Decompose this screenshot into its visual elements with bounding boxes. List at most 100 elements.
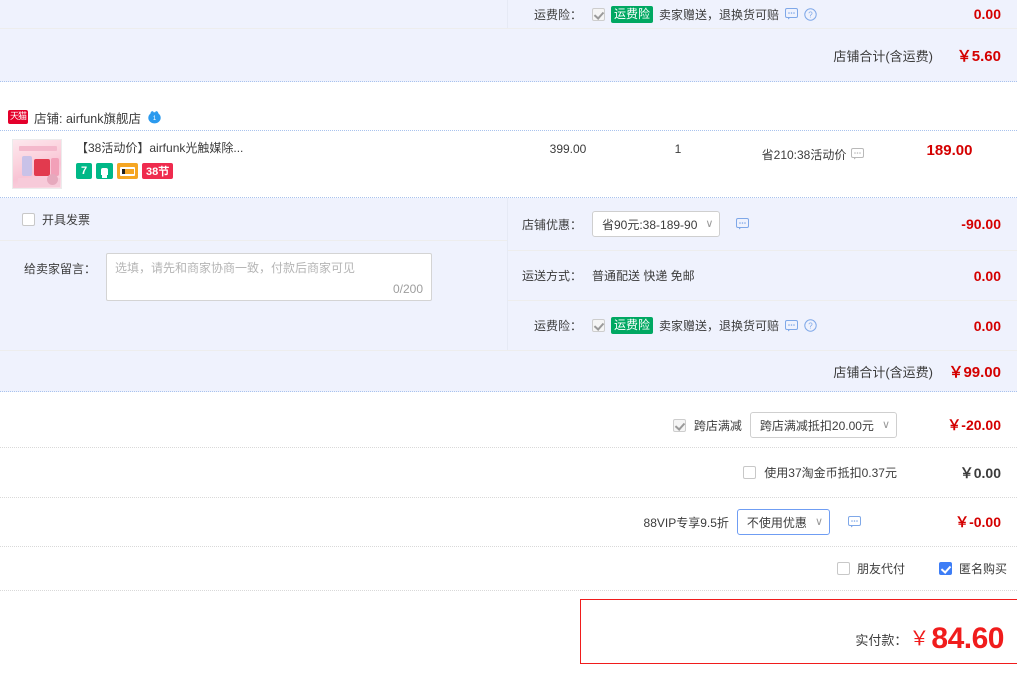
vip-discount-select[interactable]: 不使用优惠 ∨ — [736, 509, 830, 535]
chevron-down-icon: ∨ — [881, 418, 890, 431]
cross-store-discount-checkbox[interactable] — [672, 418, 686, 432]
chevron-down-icon: ∨ — [705, 217, 714, 230]
vip-discount-amount: ￥-0.00 — [955, 514, 1001, 530]
vip-discount-row: 88VIP专享9.5折 不使用优惠 ∨ ￥-0.00 — [0, 498, 1017, 546]
checkout-order-confirm-page: 运费险： 运费险 卖家赠送，退换货可赔 ? 0.00 店铺合计(含运费) ￥5.… — [0, 0, 1017, 683]
purchase-options-row: 朋友代付 匿名购买 — [0, 547, 1017, 590]
seller-message-label: 给卖家留言： — [23, 262, 96, 276]
shipping-amount: 0.00 — [973, 267, 1001, 284]
product-subtotal: 189.00 — [926, 142, 973, 159]
final-total-label: 实付款： — [855, 633, 908, 648]
shop-discount-select[interactable]: 省90元:38-189-90 ∨ — [592, 211, 721, 237]
product-title[interactable]: 【38活动价】airfunk光触媒除... — [76, 140, 243, 156]
product-left-cell: 【38活动价】airfunk光触媒除... 7 38节 — [0, 131, 508, 189]
store-header: 天猫 店铺: airfunk旗舰店 1 — [0, 104, 1017, 130]
cross-store-discount-amount: ￥-20.00 — [947, 417, 1001, 433]
friend-pay-checkbox[interactable] — [836, 562, 850, 575]
final-total-currency: ￥ — [909, 628, 930, 650]
seven-day-return-icon: 7 — [76, 163, 92, 179]
product-promo-note: 省210:38活动价 — [761, 147, 847, 162]
product-tag-list: 7 38节 — [76, 163, 243, 179]
tmall-logo-icon: 天猫 — [8, 110, 29, 124]
store-total-label: 店铺合计(含运费) — [833, 364, 933, 380]
product-row: 【38活动价】airfunk光触媒除... 7 38节 399.00 1 省21… — [0, 131, 1017, 197]
top-store-right-fees: 运费险： 运费险 卖家赠送，退换货可赔 ? 0.00 — [508, 0, 1017, 28]
anonymous-purchase-checkbox[interactable] — [938, 562, 952, 575]
cross-store-discount-label: 跨店满减 — [693, 418, 742, 433]
taojinbi-coin-label: 使用37淘金币抵扣0.37元 — [764, 466, 897, 480]
anonymous-purchase-label: 匿名购买 — [958, 562, 1007, 576]
shop-discount-selected-value: 省90元:38-189-90 — [602, 217, 698, 232]
seller-message-counter: 0/200 — [392, 282, 423, 296]
freight-insurance-amount-top: 0.00 — [973, 6, 1001, 22]
freight-insurance-text: 卖家赠送，退换货可赔 — [659, 319, 780, 333]
right-pane-fees: 店铺优惠： 省90元:38-189-90 ∨ -90.00 运送方式： 普通配送… — [508, 198, 1017, 350]
shop-discount-row: 店铺优惠： 省90元:38-189-90 ∨ -90.00 — [508, 198, 1017, 250]
seller-message-placeholder: 选填，请先和商家协商一致，付款后商家可见 — [115, 261, 356, 275]
chat-icon[interactable] — [736, 218, 750, 230]
freight-insurance-text-top: 卖家赠送，退换货可赔 — [659, 7, 780, 22]
top-store-fee-block: 运费险： 运费险 卖家赠送，退换货可赔 ? 0.00 — [0, 0, 1017, 28]
freight-insurance-checkbox-top[interactable] — [592, 7, 605, 21]
shipping-method-text[interactable]: 普通配送 快递 免邮 — [592, 267, 695, 284]
invoice-row[interactable]: 开具发票 — [0, 198, 507, 240]
chat-icon[interactable] — [785, 319, 799, 332]
cross-store-discount-row: 跨店满减 跨店满减抵扣20.00元 ∨ ￥-20.00 — [0, 403, 1017, 447]
product-thumbnail[interactable] — [12, 139, 62, 189]
left-pane: 开具发票 给卖家留言： 选填，请先和商家协商一致，付款后商家可见 0/200 — [0, 198, 508, 350]
vip-discount-label: 88VIP专享9.5折 — [643, 515, 729, 530]
freight-insurance-row: 运费险： 运费险 卖家赠送，退换货可赔 ? 0.00 — [508, 301, 1017, 350]
final-total-inner: 实付款： ￥ 84.60 — [855, 622, 1004, 654]
wangwang-icon[interactable]: 1 — [147, 110, 162, 125]
taojinbi-coin-amount: ￥0.00 — [959, 464, 1001, 481]
seller-message-row: 给卖家留言： 选填，请先和商家协商一致，付款后商家可见 0/200 — [0, 241, 507, 311]
chevron-down-icon: ∨ — [814, 515, 823, 528]
store-total-row: 店铺合计(含运费) ￥99.00 — [0, 351, 1017, 391]
chat-icon[interactable] — [785, 8, 799, 20]
card-icon — [117, 163, 138, 179]
lamp-icon — [96, 163, 113, 179]
taojinbi-coin-checkbox[interactable] — [743, 466, 757, 479]
chat-icon[interactable] — [851, 148, 865, 160]
final-total-box: 实付款： ￥ 84.60 — [580, 599, 1017, 664]
svg-text:?: ? — [808, 322, 813, 331]
freight-insurance-row-top: 运费险： 运费险 卖家赠送，退换货可赔 ? 0.00 — [508, 0, 1017, 28]
final-total-section: 实付款： ￥ 84.60 — [0, 591, 1017, 664]
store-name-label[interactable]: 店铺: airfunk旗舰店 — [34, 108, 141, 127]
festival-38-tag: 38节 — [142, 163, 174, 179]
shipping-method-row: 运送方式： 普通配送 快递 免邮 0.00 — [508, 251, 1017, 300]
vip-discount-selected-value: 不使用优惠 — [746, 515, 807, 530]
product-quantity: 1 — [674, 142, 682, 156]
help-question-icon[interactable]: ? — [804, 7, 817, 21]
help-question-icon[interactable]: ? — [804, 319, 817, 332]
product-unit-price: 399.00 — [549, 142, 587, 156]
store-total-amount: ￥99.00 — [948, 363, 1001, 381]
product-info: 【38活动价】airfunk光触媒除... 7 38节 — [76, 139, 243, 189]
shop-discount-amount: -90.00 — [961, 216, 1001, 232]
order-detail-split: 开具发票 给卖家留言： 选填，请先和商家协商一致，付款后商家可见 0/200 店… — [0, 198, 1017, 350]
gap-before-promos — [0, 392, 1017, 403]
cross-store-discount-selected-value: 跨店满减抵扣20.00元 — [759, 418, 874, 433]
shipping-method-label: 运送方式： — [521, 269, 582, 283]
freight-insurance-label: 运费险： — [533, 319, 582, 333]
gap-after-top-block — [0, 82, 1017, 104]
friend-pay-label: 朋友代付 — [856, 562, 905, 576]
invoice-label: 开具发票 — [42, 212, 91, 227]
freight-insurance-checkbox[interactable] — [592, 319, 605, 332]
freight-insurance-label-top: 运费险： — [533, 7, 582, 22]
final-total-amount: 84.60 — [931, 622, 1004, 655]
freight-insurance-pill-top: 运费险 — [611, 5, 654, 23]
chat-icon[interactable] — [848, 516, 861, 528]
invoice-checkbox[interactable] — [22, 212, 35, 226]
seller-message-input[interactable]: 选填，请先和商家协商一致，付款后商家可见 0/200 — [106, 253, 432, 301]
product-promo-note-cell: 省210:38活动价 — [728, 131, 898, 177]
freight-insurance-amount: 0.00 — [973, 317, 1001, 334]
cross-store-discount-select[interactable]: 跨店满减抵扣20.00元 ∨ — [749, 412, 897, 438]
store-total-amount-top: ￥5.60 — [956, 47, 1001, 65]
store-total-label-top: 店铺合计(含运费) — [833, 48, 933, 64]
freight-insurance-pill: 运费险 — [611, 317, 654, 334]
store-total-row-top: 店铺合计(含运费) ￥5.60 — [0, 29, 1017, 81]
top-store-left-spacer — [0, 0, 508, 28]
taojinbi-coin-row: 使用37淘金币抵扣0.37元 ￥0.00 — [0, 448, 1017, 497]
svg-text:?: ? — [808, 10, 813, 19]
